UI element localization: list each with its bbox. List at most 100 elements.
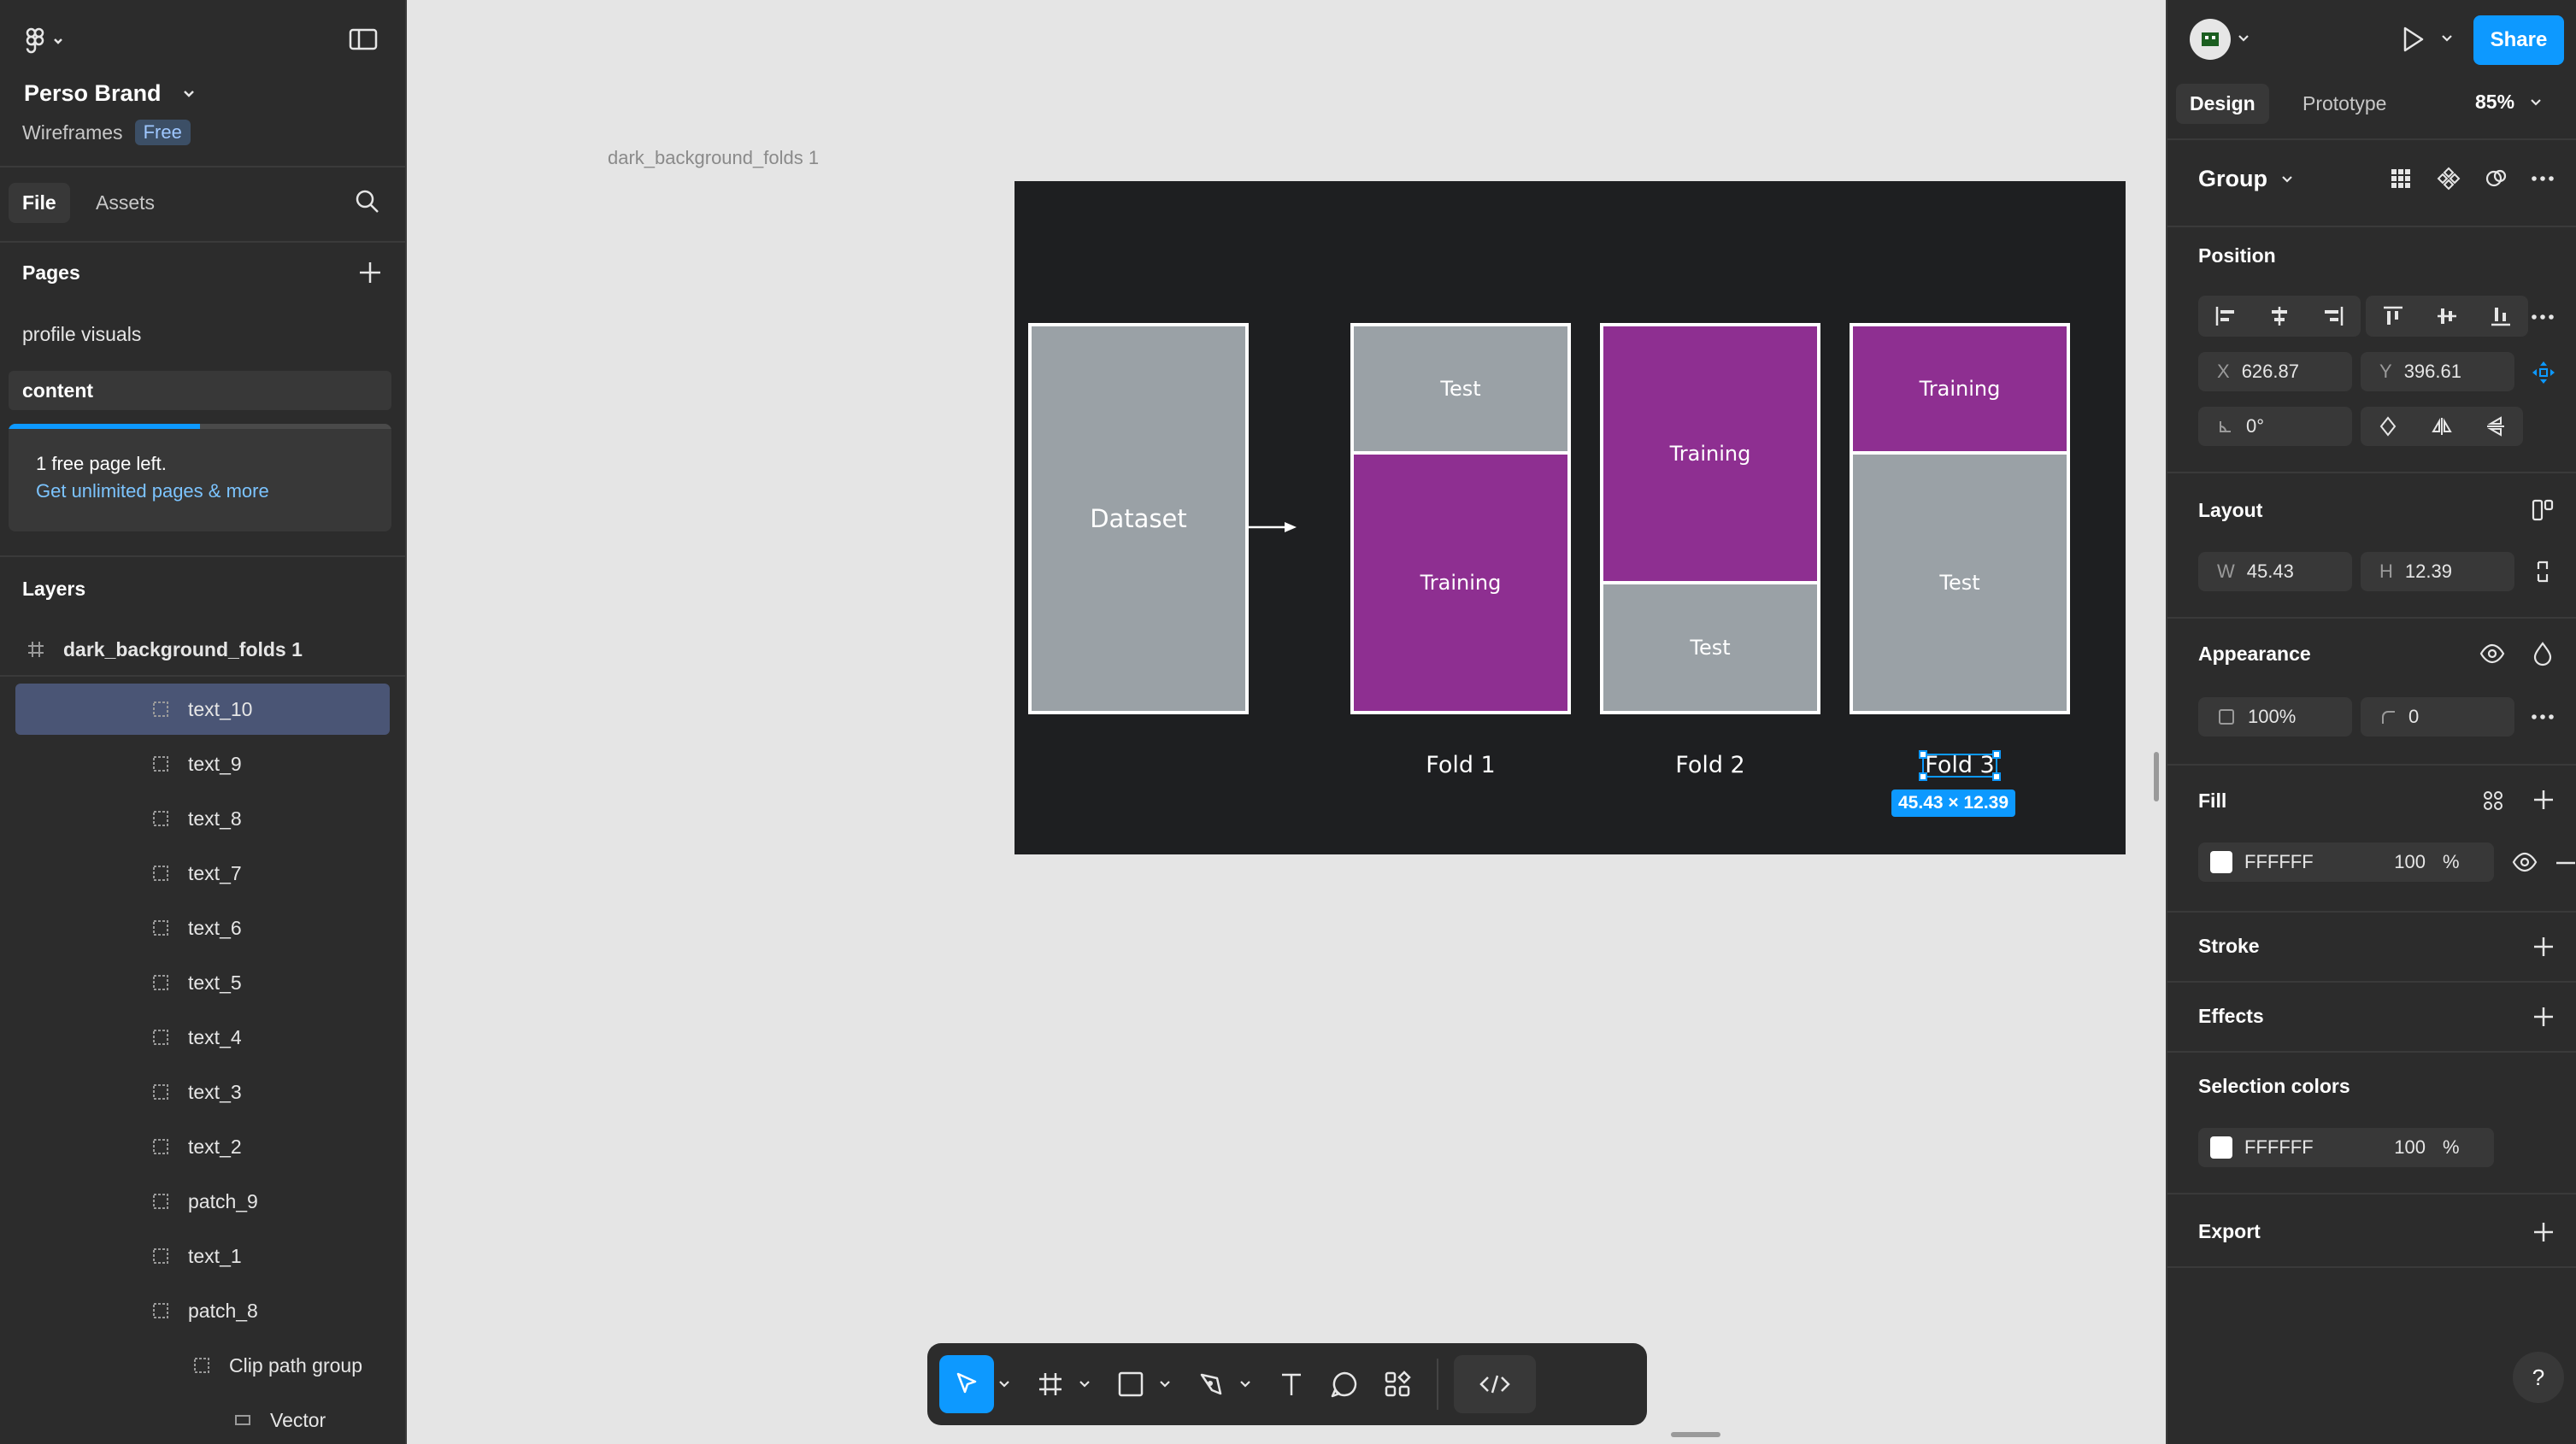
layer-item[interactable]: text_4 bbox=[0, 1012, 405, 1063]
tab-file[interactable]: File bbox=[9, 183, 70, 223]
zoom-control[interactable]: 85% bbox=[2475, 91, 2542, 114]
avatar[interactable] bbox=[2190, 19, 2231, 60]
add-page-icon[interactable] bbox=[357, 260, 383, 285]
chevron-down-icon[interactable] bbox=[2238, 34, 2250, 43]
figma-menu-icon[interactable] bbox=[24, 26, 68, 56]
align-center-h-icon[interactable] bbox=[2267, 304, 2291, 328]
blend-mode-icon[interactable] bbox=[2530, 641, 2555, 666]
more-icon[interactable] bbox=[2530, 166, 2555, 191]
remove-fill-icon[interactable] bbox=[2554, 851, 2576, 875]
share-button[interactable]: Share bbox=[2473, 15, 2564, 65]
constrain-proportions-icon[interactable] bbox=[2530, 559, 2555, 584]
y-field[interactable]: Y 396.61 bbox=[2361, 352, 2514, 391]
canvas-resize-handle[interactable] bbox=[2154, 752, 2159, 801]
frame-label[interactable]: dark_background_folds 1 bbox=[608, 147, 819, 169]
play-icon[interactable] bbox=[2398, 24, 2427, 55]
text-tool-button[interactable] bbox=[1267, 1355, 1315, 1413]
radius-field[interactable]: 0 bbox=[2361, 697, 2514, 737]
chevron-down-icon[interactable] bbox=[1235, 1380, 1256, 1388]
layer-item[interactable]: text_8 bbox=[0, 793, 405, 844]
move-tool-button[interactable] bbox=[939, 1355, 994, 1413]
more-icon[interactable] bbox=[2530, 304, 2555, 330]
styles-icon[interactable] bbox=[2480, 788, 2506, 813]
plan-badge[interactable]: Free bbox=[134, 120, 191, 145]
layer-root[interactable]: dark_background_folds 1 bbox=[0, 624, 405, 675]
align-middle-icon[interactable] bbox=[2435, 304, 2459, 328]
selection-color-swatch[interactable] bbox=[2210, 1136, 2232, 1159]
canvas[interactable]: dark_background_folds 1 Dataset Test Tra… bbox=[407, 0, 2166, 1444]
chevron-down-icon[interactable] bbox=[1155, 1380, 1175, 1388]
search-icon[interactable] bbox=[354, 188, 381, 215]
layer-item[interactable]: patch_8 bbox=[0, 1285, 405, 1336]
flip-vertical-icon[interactable] bbox=[2485, 415, 2507, 437]
layer-item[interactable]: text_5 bbox=[0, 957, 405, 1008]
layer-item[interactable]: text_1 bbox=[0, 1230, 405, 1282]
selection-handle[interactable] bbox=[1992, 772, 2001, 781]
chevron-down-icon[interactable] bbox=[2441, 34, 2453, 43]
align-left-icon[interactable] bbox=[2214, 304, 2238, 328]
add-stroke-icon[interactable] bbox=[2532, 935, 2555, 959]
selection-handle[interactable] bbox=[1919, 750, 1927, 759]
layer-item[interactable]: patch_9 bbox=[0, 1176, 405, 1227]
width-field[interactable]: W 45.43 bbox=[2198, 552, 2352, 591]
page-item-content[interactable]: content bbox=[9, 371, 391, 410]
more-icon[interactable] bbox=[2530, 704, 2555, 730]
selection-handle[interactable] bbox=[1992, 750, 2001, 759]
height-field[interactable]: H 12.39 bbox=[2361, 552, 2514, 591]
tab-design[interactable]: Design bbox=[2176, 84, 2269, 124]
fold2-bottom-block[interactable]: Test bbox=[1600, 581, 1820, 714]
fold3-top-block[interactable]: Training bbox=[1850, 323, 2070, 455]
layer-item[interactable]: text_7 bbox=[0, 848, 405, 899]
fold2-top-block[interactable]: Training bbox=[1600, 323, 1820, 584]
layer-item[interactable]: text_9 bbox=[0, 738, 405, 790]
selection-type[interactable]: Group bbox=[2198, 166, 2293, 192]
align-top-icon[interactable] bbox=[2381, 304, 2405, 328]
grid-icon[interactable] bbox=[2388, 166, 2414, 191]
layer-item[interactable]: text_2 bbox=[0, 1121, 405, 1172]
pen-tool-button[interactable] bbox=[1187, 1355, 1235, 1413]
selection-box[interactable] bbox=[1919, 750, 2001, 781]
auto-layout-icon[interactable] bbox=[2530, 497, 2555, 523]
component-icon[interactable] bbox=[2436, 166, 2461, 191]
layer-item[interactable]: text_10 bbox=[15, 684, 390, 735]
x-field[interactable]: X 626.87 bbox=[2198, 352, 2352, 391]
add-fill-icon[interactable] bbox=[2532, 788, 2555, 812]
frame-tool-button[interactable] bbox=[1026, 1355, 1074, 1413]
layer-item[interactable]: Clip path group bbox=[0, 1340, 405, 1391]
upgrade-link[interactable]: Get unlimited pages & more bbox=[36, 480, 269, 502]
align-bottom-icon[interactable] bbox=[2489, 304, 2513, 328]
chevron-down-icon[interactable] bbox=[1074, 1380, 1095, 1388]
layer-item[interactable]: text_6 bbox=[0, 902, 405, 954]
fill-swatch[interactable] bbox=[2210, 851, 2232, 873]
tab-prototype[interactable]: Prototype bbox=[2303, 92, 2386, 115]
rotate-icon[interactable] bbox=[2377, 415, 2399, 437]
team-name[interactable]: Wireframes bbox=[22, 121, 123, 144]
chevron-down-icon[interactable] bbox=[994, 1380, 1015, 1388]
dataset-block[interactable]: Dataset bbox=[1028, 323, 1249, 714]
fold1-label[interactable]: Fold 1 bbox=[1350, 752, 1571, 778]
page-item-profile-visuals[interactable]: profile visuals bbox=[22, 323, 141, 346]
fill-color-field[interactable]: FFFFFF 100 % bbox=[2198, 842, 2494, 882]
help-button[interactable]: ? bbox=[2513, 1352, 2564, 1403]
constraints-icon[interactable] bbox=[2530, 359, 2557, 386]
fold1-top-block[interactable]: Test bbox=[1350, 323, 1571, 455]
add-effect-icon[interactable] bbox=[2532, 1005, 2555, 1029]
dev-mode-button[interactable] bbox=[1454, 1355, 1536, 1413]
layer-item[interactable]: Vector bbox=[0, 1394, 405, 1444]
comment-tool-button[interactable] bbox=[1320, 1355, 1368, 1413]
selection-color-field[interactable]: FFFFFF 100 % bbox=[2198, 1128, 2494, 1167]
actions-tool-button[interactable] bbox=[1373, 1355, 1421, 1413]
layer-item[interactable]: text_3 bbox=[0, 1066, 405, 1118]
fold1-bottom-block[interactable]: Training bbox=[1350, 451, 1571, 714]
horizontal-scrollbar[interactable] bbox=[1671, 1432, 1720, 1437]
mask-icon[interactable] bbox=[2484, 166, 2509, 191]
tab-assets[interactable]: Assets bbox=[96, 191, 155, 214]
align-right-icon[interactable] bbox=[2321, 304, 2345, 328]
fold2-label[interactable]: Fold 2 bbox=[1600, 752, 1820, 778]
rotation-field[interactable]: 0° bbox=[2198, 407, 2352, 446]
fold3-bottom-block[interactable]: Test bbox=[1850, 451, 2070, 714]
eye-icon[interactable] bbox=[2479, 641, 2506, 666]
sidebar-toggle-icon[interactable] bbox=[349, 27, 378, 51]
frame-dark-background-folds[interactable]: Dataset Test Training Fold 1 Training Te… bbox=[1015, 181, 2126, 854]
project-name[interactable]: Perso Brand bbox=[24, 80, 196, 107]
